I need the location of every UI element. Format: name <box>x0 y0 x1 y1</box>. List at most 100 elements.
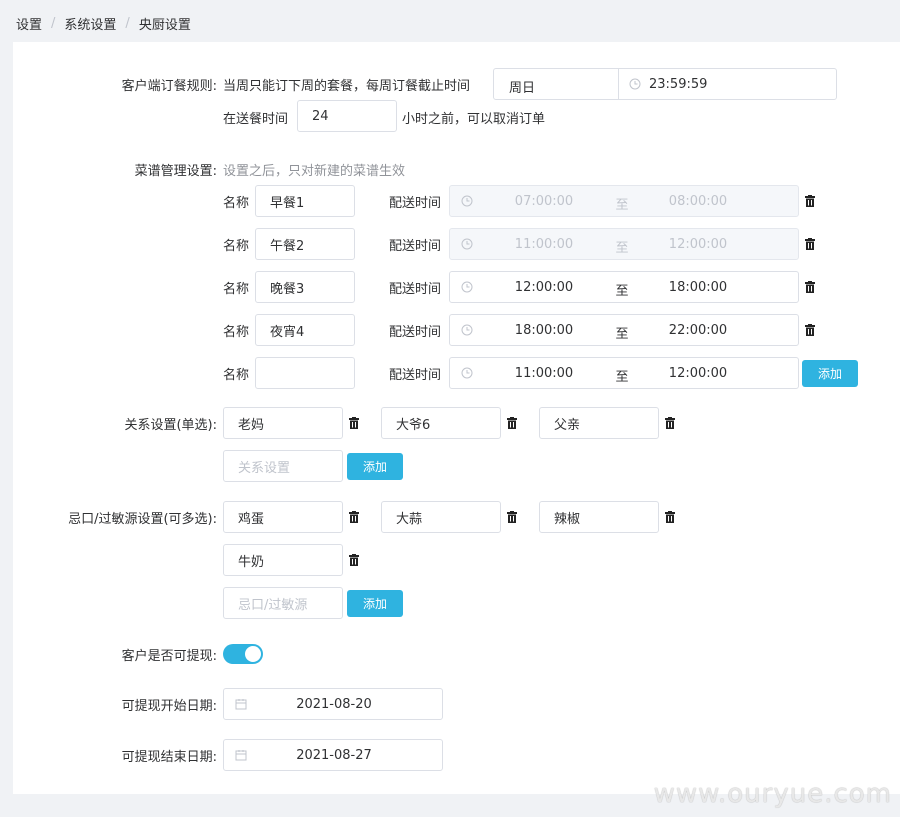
delivery-time-label: 配送时间 <box>389 282 442 297</box>
range-end-time: 22:00:00 <box>668 323 728 338</box>
meal-name-input[interactable]: 早餐1 <box>255 185 355 217</box>
withdraw-end-date: 2021-08-27 <box>296 748 372 763</box>
settings-panel: 客户端订餐规则: 当周只能订下周的套餐，每周订餐截止时间 周日 23:59:59… <box>13 42 900 794</box>
allergen-input[interactable]: 忌口/过敏源 <box>223 587 343 619</box>
delete-meal-trash-icon[interactable] <box>805 324 815 336</box>
delete-meal-trash-icon[interactable] <box>805 238 815 250</box>
breadcrumb-item-central-kitchen: 央厨设置 <box>138 18 191 33</box>
withdraw-toggle[interactable] <box>223 644 263 664</box>
meal-name-value: 夜宵4 <box>270 324 305 340</box>
clock-icon <box>461 324 473 340</box>
delivery-time-label: 配送时间 <box>389 325 442 340</box>
clock-icon <box>629 78 641 94</box>
breadcrumb-item-settings[interactable]: 设置 <box>16 14 42 33</box>
meal-time-range[interactable]: 18:00:00 至 22:00:00 <box>449 314 799 346</box>
range-separator: 至 <box>615 284 629 299</box>
order-rule-text: 当周只能订下周的套餐，每周订餐截止时间 <box>223 79 471 94</box>
clock-icon <box>461 195 473 211</box>
range-start-time: 12:00:00 <box>514 280 574 295</box>
relation-input[interactable]: 关系设置 <box>223 450 343 482</box>
clock-icon <box>461 281 473 297</box>
range-separator: 至 <box>615 241 629 256</box>
order-rule-label: 客户端订餐规则: <box>121 79 217 94</box>
divider <box>618 69 619 99</box>
delete-item-trash-icon[interactable] <box>349 417 359 429</box>
menu-settings-hint: 设置之后，只对新建的菜谱生效 <box>223 164 406 179</box>
cancel-hours-value: 24 <box>312 108 329 124</box>
withdraw-start-date-picker[interactable]: 2021-08-20 <box>223 688 443 720</box>
deadline-time[interactable]: 23:59:59 <box>649 77 707 92</box>
withdraw-end-date-picker[interactable]: 2021-08-27 <box>223 739 443 771</box>
relation-placeholder: 关系设置 <box>238 460 291 476</box>
meal-name-input[interactable]: 午餐2 <box>255 228 355 260</box>
new-meal-time-range[interactable]: 11:00:00 至 12:00:00 <box>449 357 799 389</box>
breadcrumb-separator: / <box>125 16 130 31</box>
meal-name-value: 午餐2 <box>270 238 305 254</box>
meal-time-range[interactable]: 12:00:00 至 18:00:00 <box>449 271 799 303</box>
clock-icon <box>461 238 473 254</box>
delete-item-trash-icon[interactable] <box>665 417 675 429</box>
allergens-label: 忌口/过敏源设置(可多选): <box>68 512 217 527</box>
range-start-time: 11:00:00 <box>514 366 574 381</box>
range-separator: 至 <box>615 327 629 342</box>
menu-settings-label: 菜谱管理设置: <box>134 164 217 179</box>
meal-name-label: 名称 <box>223 239 250 254</box>
cancel-rule-text-suffix: 小时之前，可以取消订单 <box>402 112 546 127</box>
calendar-icon <box>235 698 247 714</box>
allergen-item[interactable]: 鸡蛋 <box>223 501 343 533</box>
meal-name-input[interactable]: 夜宵4 <box>255 314 355 346</box>
watermark: www.ouryue.com <box>653 779 892 809</box>
withdraw-end-label: 可提现结束日期: <box>121 750 217 765</box>
toggle-knob <box>245 646 261 662</box>
meal-name-value: 早餐1 <box>270 195 305 211</box>
cancel-hours-input[interactable]: 24 <box>297 100 397 132</box>
clock-icon <box>461 367 473 383</box>
delete-item-trash-icon[interactable] <box>349 554 359 566</box>
range-start-time: 18:00:00 <box>514 323 574 338</box>
deadline-picker[interactable]: 周日 23:59:59 <box>493 68 837 100</box>
delete-item-trash-icon[interactable] <box>665 511 675 523</box>
delete-meal-trash-icon[interactable] <box>805 281 815 293</box>
add-relation-button[interactable]: 添加 <box>347 453 403 480</box>
item-value: 大蒜 <box>396 511 423 527</box>
delivery-time-label: 配送时间 <box>389 368 442 383</box>
range-end-time: 18:00:00 <box>668 280 728 295</box>
allergen-item[interactable]: 牛奶 <box>223 544 343 576</box>
withdraw-start-label: 可提现开始日期: <box>121 699 217 714</box>
meal-time-range: 11:00:00 至 12:00:00 <box>449 228 799 260</box>
delivery-time-label: 配送时间 <box>389 239 442 254</box>
allergen-item[interactable]: 大蒜 <box>381 501 501 533</box>
allergen-item[interactable]: 辣椒 <box>539 501 659 533</box>
relations-label: 关系设置(单选): <box>124 418 217 433</box>
meal-name-input[interactable]: 晚餐3 <box>255 271 355 303</box>
range-end-time: 08:00:00 <box>668 194 728 209</box>
meal-time-range: 07:00:00 至 08:00:00 <box>449 185 799 217</box>
meal-name-label: 名称 <box>223 282 250 297</box>
withdraw-start-date: 2021-08-20 <box>296 697 372 712</box>
range-start-time: 07:00:00 <box>514 194 574 209</box>
delete-item-trash-icon[interactable] <box>507 511 517 523</box>
breadcrumb: 设置 / 系统设置 / 央厨设置 <box>16 14 191 33</box>
relation-item[interactable]: 老妈 <box>223 407 343 439</box>
range-start-time: 11:00:00 <box>514 237 574 252</box>
item-value: 辣椒 <box>554 511 581 527</box>
relation-item[interactable]: 父亲 <box>539 407 659 439</box>
meal-name-label: 名称 <box>223 325 250 340</box>
cancel-rule-text-prefix: 在送餐时间 <box>223 112 289 127</box>
relation-item[interactable]: 大爷6 <box>381 407 501 439</box>
new-meal-name-input[interactable] <box>255 357 355 389</box>
breadcrumb-item-system-settings[interactable]: 系统设置 <box>64 14 116 33</box>
meal-name-label: 名称 <box>223 196 250 211</box>
deadline-day[interactable]: 周日 <box>509 77 535 96</box>
range-separator: 至 <box>615 370 629 385</box>
delivery-time-label: 配送时间 <box>389 196 442 211</box>
add-allergen-button[interactable]: 添加 <box>347 590 403 617</box>
delete-item-trash-icon[interactable] <box>349 511 359 523</box>
meal-name-value: 晚餐3 <box>270 281 305 297</box>
range-end-time: 12:00:00 <box>668 366 728 381</box>
item-value: 父亲 <box>554 417 581 433</box>
delete-meal-trash-icon[interactable] <box>805 195 815 207</box>
add-meal-button[interactable]: 添加 <box>802 360 858 387</box>
allergen-placeholder: 忌口/过敏源 <box>238 597 308 613</box>
delete-item-trash-icon[interactable] <box>507 417 517 429</box>
